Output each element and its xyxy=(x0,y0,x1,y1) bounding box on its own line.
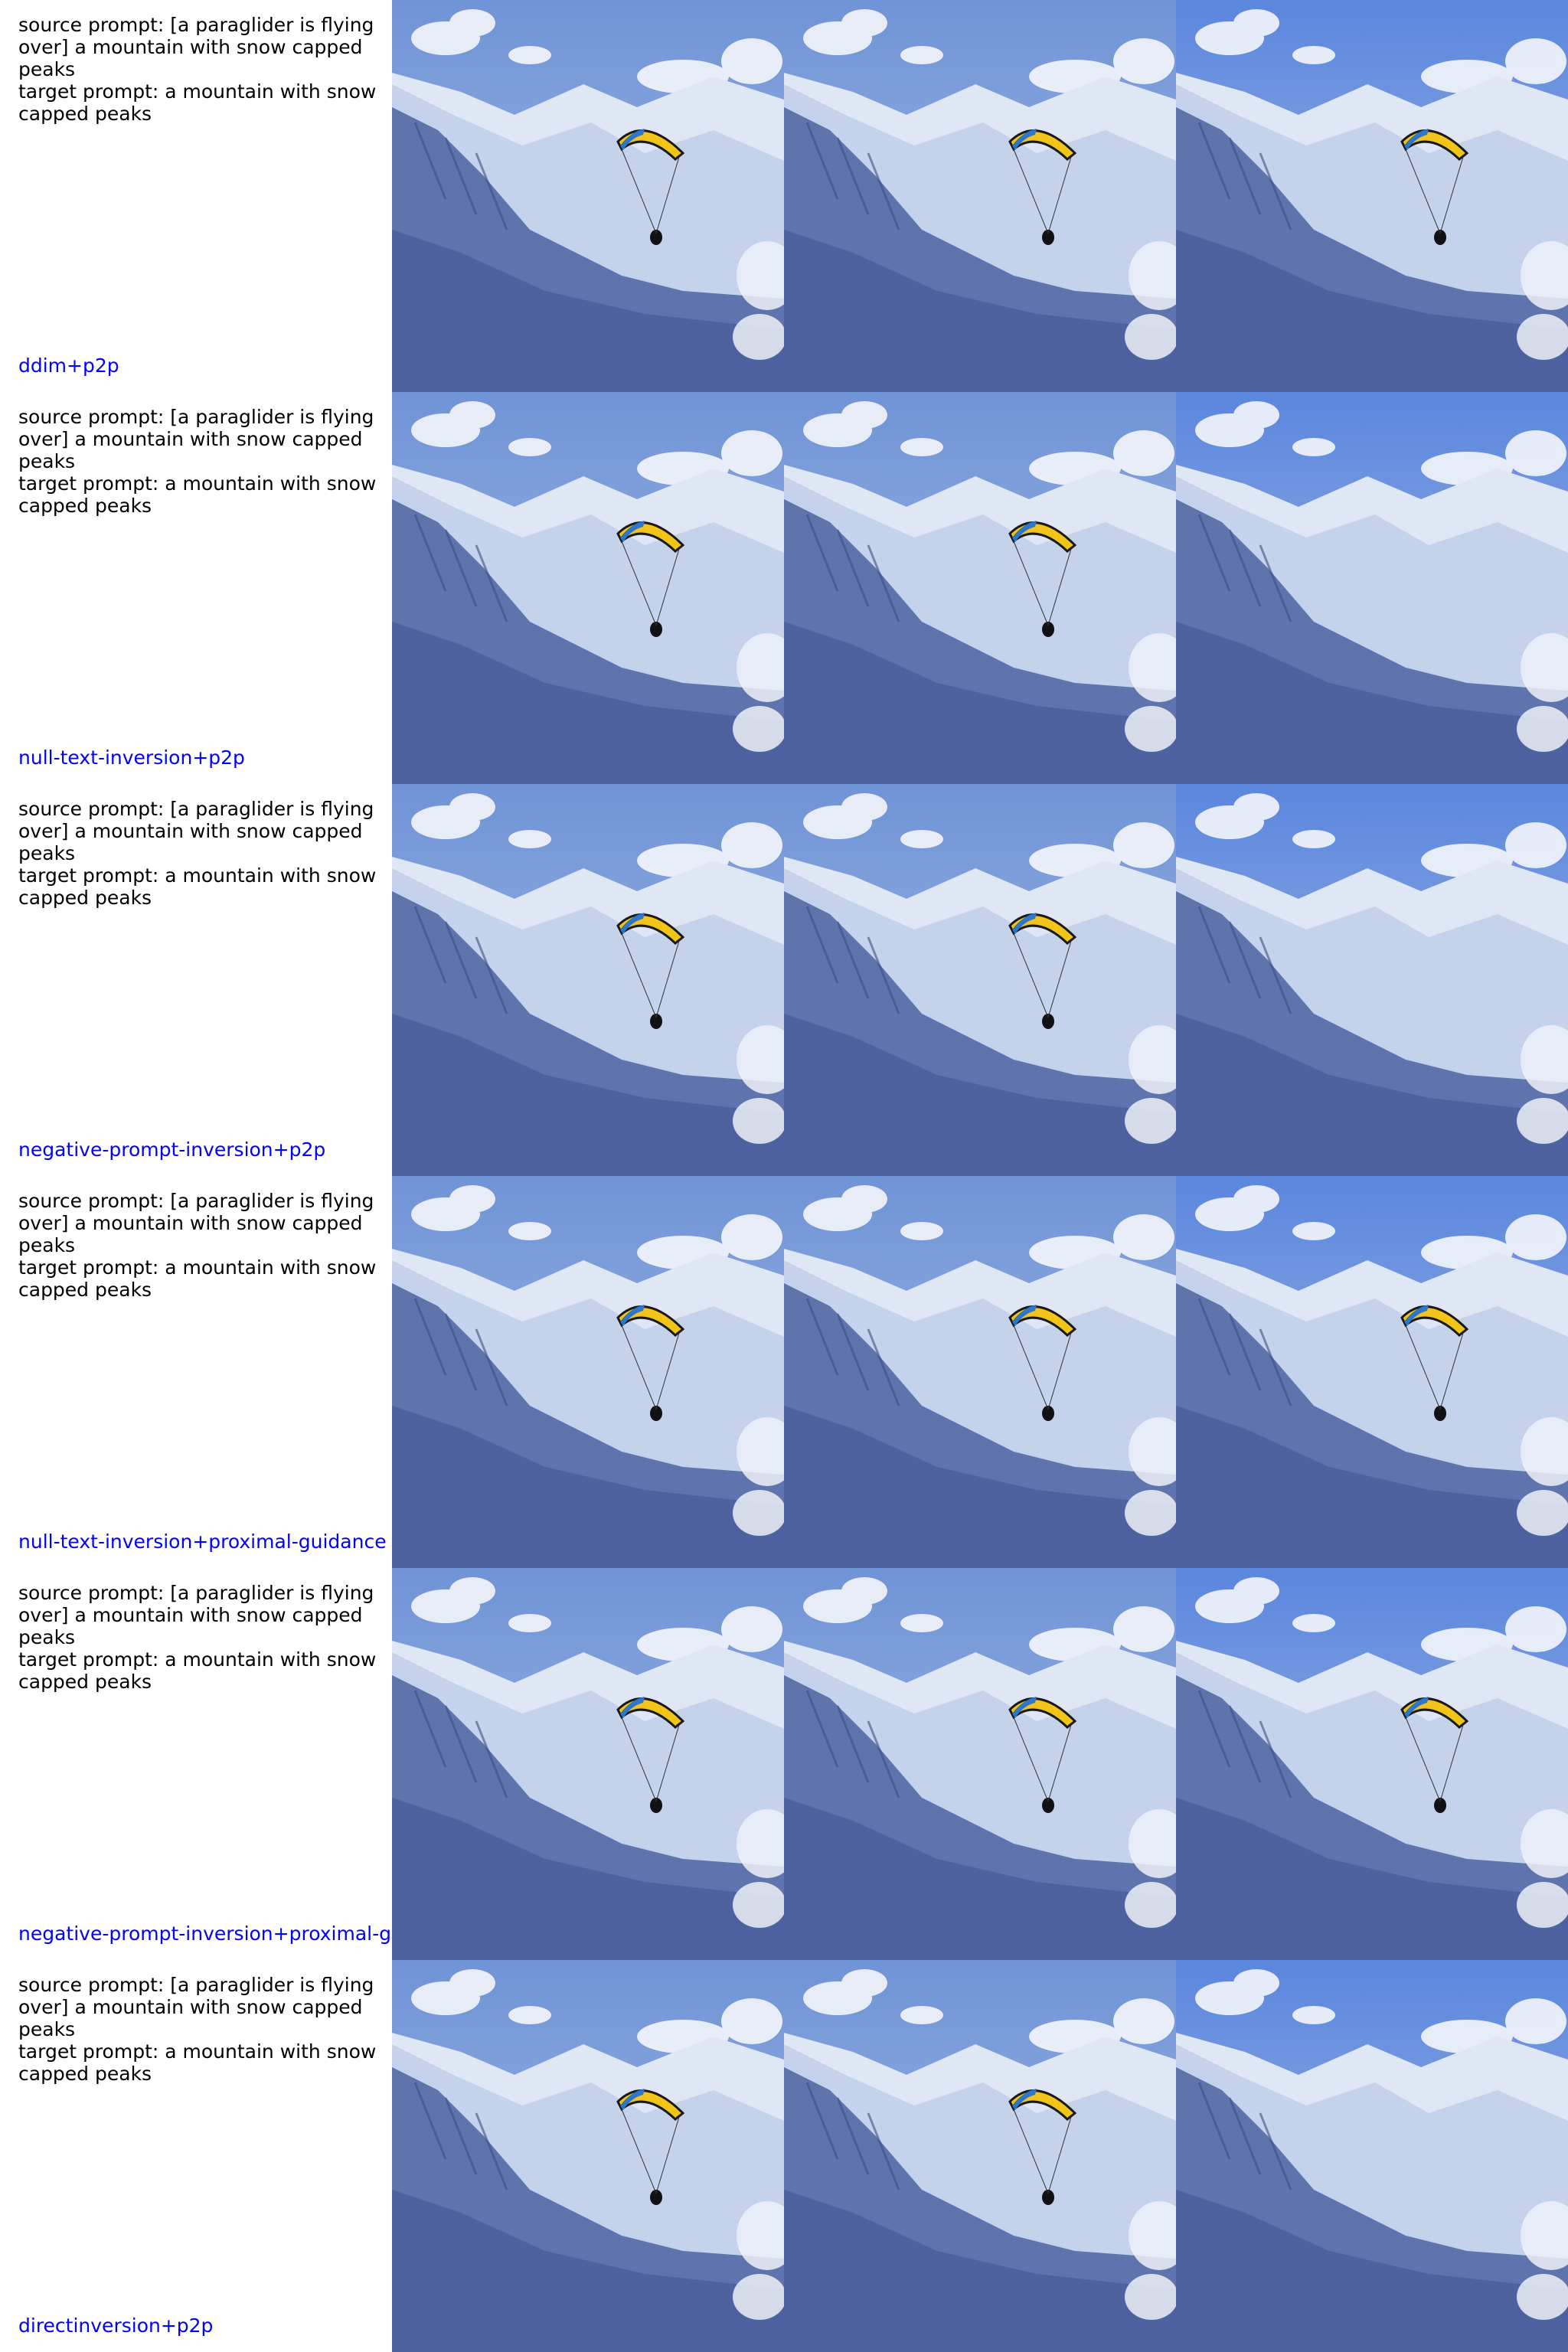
method-label: negative-prompt-inversion+proximal-g xyxy=(18,1922,391,1945)
edited-image xyxy=(1176,1176,1568,1568)
row-label-panel: source prompt: [a paraglider is flying o… xyxy=(0,1568,392,1960)
edited-image xyxy=(1176,392,1568,784)
result-row: source prompt: [a paraglider is flying o… xyxy=(0,784,1568,1176)
prompt-text: source prompt: [a paraglider is flying o… xyxy=(18,406,383,517)
method-label: directinversion+p2p xyxy=(18,2314,214,2337)
edited-image xyxy=(1176,1568,1568,1960)
result-row: source prompt: [a paraglider is flying o… xyxy=(0,1568,1568,1960)
source-image xyxy=(392,392,784,784)
reconstruction-image xyxy=(784,1176,1176,1568)
source-image xyxy=(392,784,784,1176)
prompt-text: source prompt: [a paraglider is flying o… xyxy=(18,798,383,909)
result-row: source prompt: [a paraglider is flying o… xyxy=(0,1960,1568,2352)
target-prompt: target prompt: a mountain with snow capp… xyxy=(18,80,377,125)
prompt-text: source prompt: [a paraglider is flying o… xyxy=(18,1582,383,1693)
edited-image xyxy=(1176,0,1568,392)
result-row: source prompt: [a paraglider is flying o… xyxy=(0,392,1568,784)
source-prompt: source prompt: [a paraglider is flying o… xyxy=(18,798,374,864)
prompt-text: source prompt: [a paraglider is flying o… xyxy=(18,14,383,125)
method-label: ddim+p2p xyxy=(18,354,119,377)
row-label-panel: source prompt: [a paraglider is flying o… xyxy=(0,1176,392,1568)
source-image xyxy=(392,1568,784,1960)
edited-image xyxy=(1176,1960,1568,2352)
reconstruction-image xyxy=(784,1960,1176,2352)
method-label: null-text-inversion+proximal-guidance xyxy=(18,1530,387,1553)
source-image xyxy=(392,0,784,392)
method-label: null-text-inversion+p2p xyxy=(18,746,245,769)
row-label-panel: source prompt: [a paraglider is flying o… xyxy=(0,0,392,392)
comparison-grid: source prompt: [a paraglider is flying o… xyxy=(0,0,1568,2352)
source-image xyxy=(392,1960,784,2352)
target-prompt: target prompt: a mountain with snow capp… xyxy=(18,2040,377,2085)
target-prompt: target prompt: a mountain with snow capp… xyxy=(18,864,377,909)
source-prompt: source prompt: [a paraglider is flying o… xyxy=(18,406,374,472)
reconstruction-image xyxy=(784,784,1176,1176)
edited-image xyxy=(1176,784,1568,1176)
source-prompt: source prompt: [a paraglider is flying o… xyxy=(18,1582,374,1648)
result-row: source prompt: [a paraglider is flying o… xyxy=(0,0,1568,392)
method-label: negative-prompt-inversion+p2p xyxy=(18,1138,326,1161)
source-image xyxy=(392,1176,784,1568)
target-prompt: target prompt: a mountain with snow capp… xyxy=(18,1256,377,1301)
row-label-panel: source prompt: [a paraglider is flying o… xyxy=(0,1960,392,2352)
row-label-panel: source prompt: [a paraglider is flying o… xyxy=(0,392,392,784)
target-prompt: target prompt: a mountain with snow capp… xyxy=(18,1648,377,1693)
prompt-text: source prompt: [a paraglider is flying o… xyxy=(18,1974,383,2085)
reconstruction-image xyxy=(784,1568,1176,1960)
prompt-text: source prompt: [a paraglider is flying o… xyxy=(18,1190,383,1301)
source-prompt: source prompt: [a paraglider is flying o… xyxy=(18,1974,374,2040)
source-prompt: source prompt: [a paraglider is flying o… xyxy=(18,1190,374,1256)
source-prompt: source prompt: [a paraglider is flying o… xyxy=(18,14,374,80)
target-prompt: target prompt: a mountain with snow capp… xyxy=(18,472,377,517)
reconstruction-image xyxy=(784,392,1176,784)
result-row: source prompt: [a paraglider is flying o… xyxy=(0,1176,1568,1568)
reconstruction-image xyxy=(784,0,1176,392)
row-label-panel: source prompt: [a paraglider is flying o… xyxy=(0,784,392,1176)
